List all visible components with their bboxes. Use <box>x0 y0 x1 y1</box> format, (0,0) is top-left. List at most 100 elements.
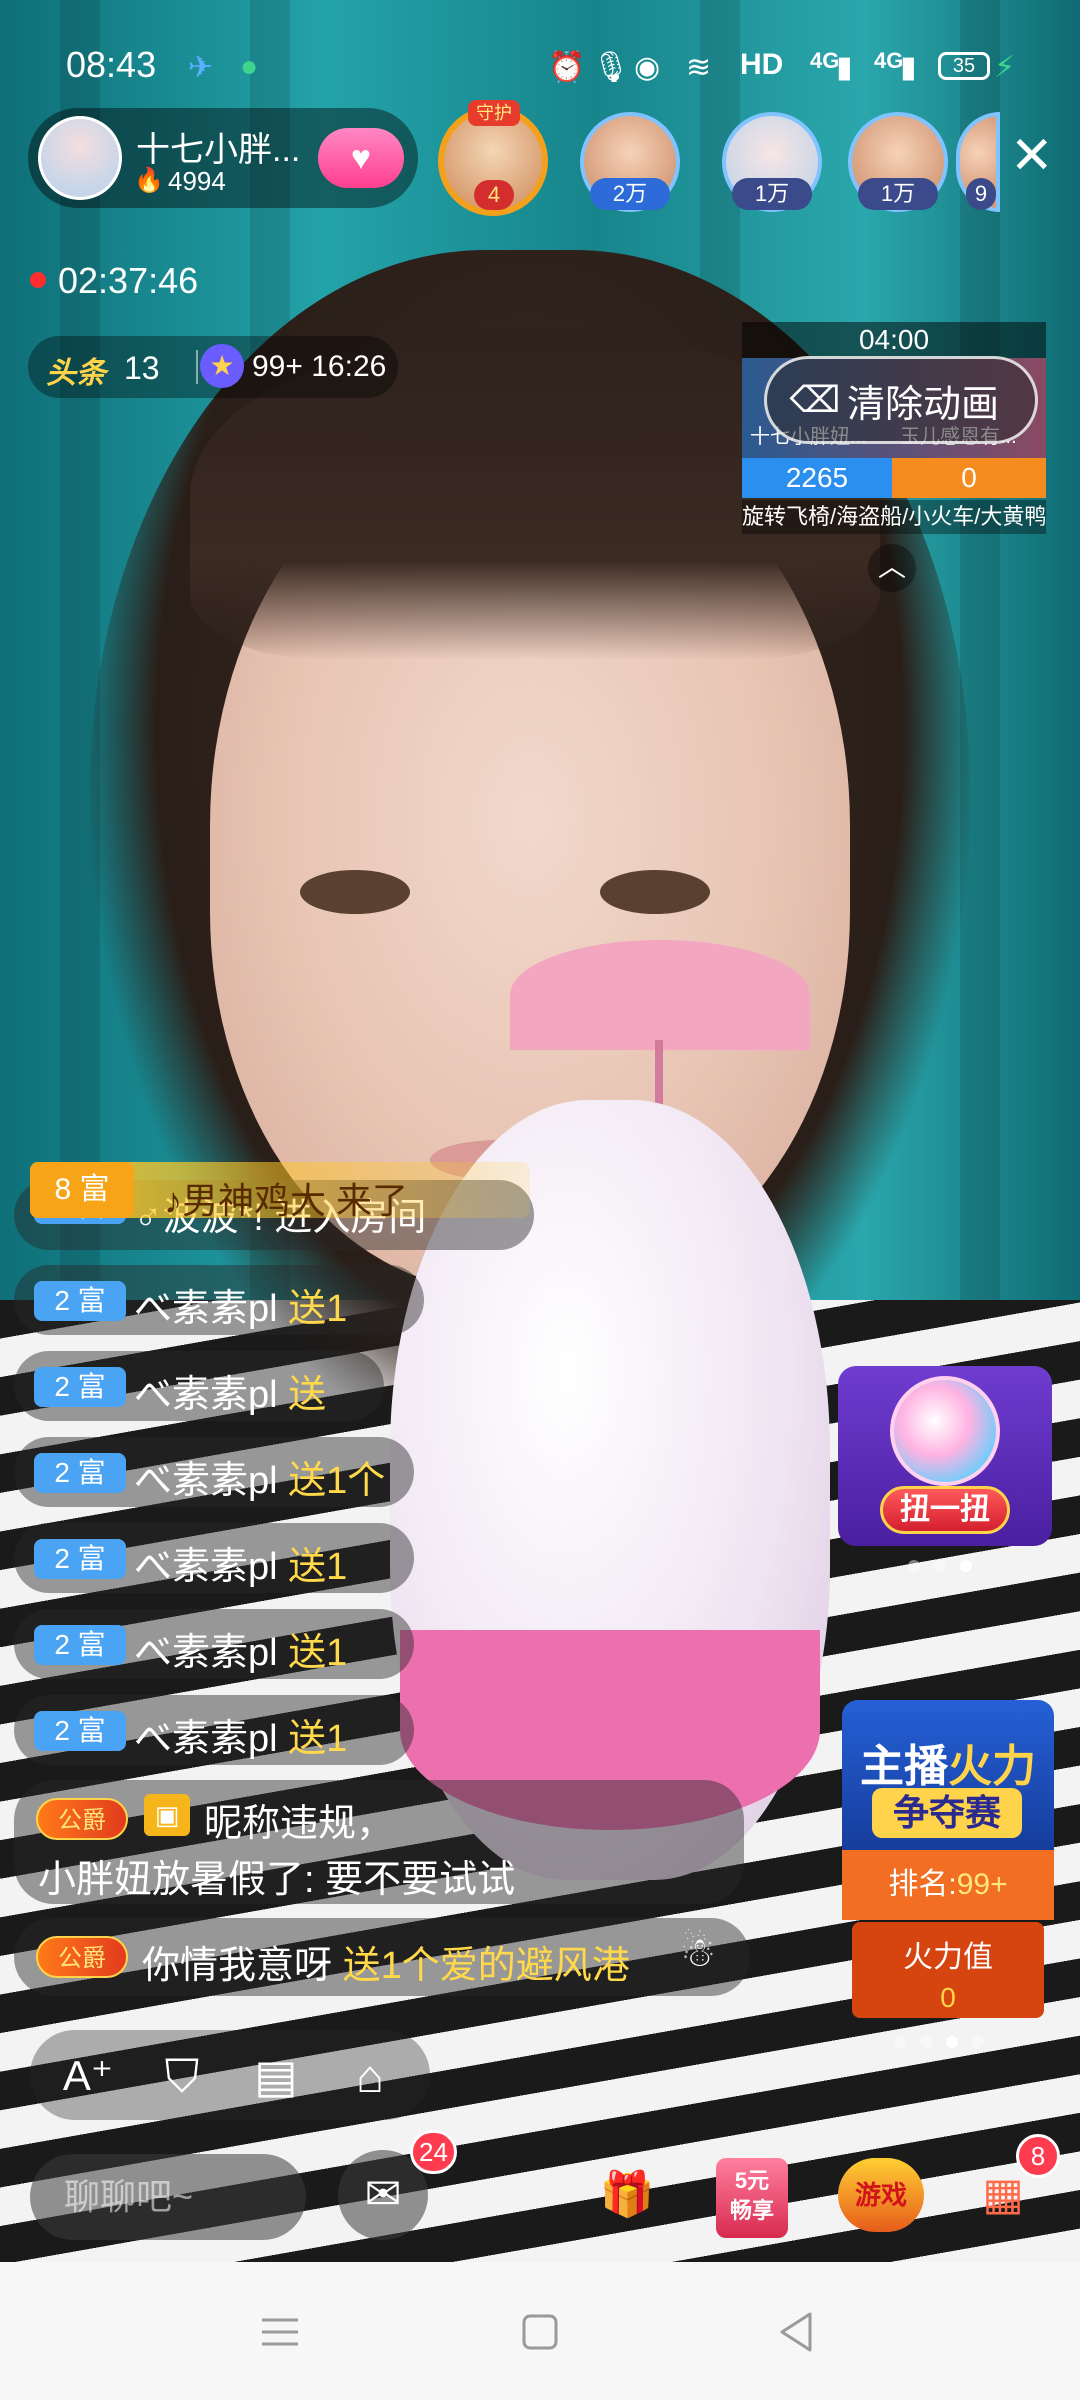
chevron-up-icon[interactable]: ︿ <box>868 544 916 592</box>
chat-message: 2 富 べ素素pl 送 <box>14 1351 384 1421</box>
gift-button[interactable]: 🎁 <box>582 2150 672 2240</box>
grid-apps-icon: ▦ <box>982 2170 1024 2219</box>
chat-content: 送1 <box>288 1718 348 1760</box>
live-duration: 02:37:46 <box>58 260 199 301</box>
status-bar: 08:43 ✈ ● ⏰ 🎙 ◉ ≋ HD 4G ▮ 4G ▮ 35 ⚡ <box>0 40 1080 96</box>
fire-icon: 🔥 <box>134 167 164 194</box>
hd-indicator: HD <box>740 48 784 81</box>
host-heat-count: 4994 <box>168 166 226 196</box>
fire-contest-title-a: 主播 <box>860 1742 948 1791</box>
status-time: 08:43 <box>66 44 157 85</box>
chat-user: べ素素pl <box>134 1460 278 1502</box>
fire-rank-label: 排名: <box>888 1868 957 1901</box>
live-indicator-dot <box>30 272 46 288</box>
close-icon[interactable]: ✕ <box>1010 130 1054 182</box>
heart-icon: ♥ <box>350 138 372 177</box>
divider <box>196 350 198 384</box>
pk-task-list: 旋转飞椅/海盗船/小火车/大黄鸭礼 <box>742 500 1046 534</box>
pk-right-score: 0 <box>892 458 1046 498</box>
menu-icon[interactable] <box>250 2302 310 2362</box>
gacha-ball-icon <box>890 1376 1000 1486</box>
chat-text: べ素素pl 送1 <box>134 1621 347 1676</box>
chat-text: 你情我意呀 送1个爱的避风港 <box>142 1934 630 1989</box>
niuyiniu-widget[interactable]: 扭一扭 <box>838 1366 1052 1546</box>
back-icon[interactable] <box>766 2302 826 2362</box>
host-name: 十七小胖... <box>136 131 301 169</box>
pager-dot-active <box>960 1560 972 1572</box>
follow-heart-button[interactable]: ♥ <box>318 128 404 188</box>
five-yuan-label: 5元 <box>734 2168 770 2193</box>
tag-row[interactable]: 头条 13 ★ 99+ 16:26 <box>28 336 398 398</box>
enter-notice-text: ♪男神鸡大 来了 <box>164 1180 409 1221</box>
chat-user: べ素素pl <box>134 1374 278 1416</box>
rank-badge: 2 富 <box>34 1539 126 1579</box>
clear-animation-button[interactable]: ⌫ 清除动画 <box>764 356 1038 444</box>
rank-badge: 2 富 <box>34 1367 126 1407</box>
fire-contest-title-text: 主播火力 <box>842 1730 1054 1794</box>
chat-text: 小胖妞放暑假了: 要不要试试 <box>38 1859 516 1901</box>
star-icon: ★ <box>200 344 244 388</box>
chat-message: 2 富 べ素素pl 送1个 <box>14 1437 414 1507</box>
host-info-panel[interactable]: 十七小胖... 🔥 4994 ♥ <box>28 108 418 208</box>
battery-icon: 35 <box>938 52 990 80</box>
font-plus-icon[interactable]: A⁺ <box>60 2048 116 2104</box>
viewer-contribution-badge: 9 <box>966 178 996 210</box>
niuyiniu-button[interactable]: 扭一扭 <box>880 1486 1010 1534</box>
chat-content: 送1个 <box>288 1460 386 1502</box>
widget-pager <box>894 2036 984 2048</box>
duke-badge: 公爵 <box>36 1798 128 1840</box>
chat-text: べ素素pl 送 <box>134 1363 326 1418</box>
enter-notice-banner: 8 富 ♪男神鸡大 来了 <box>30 1162 530 1221</box>
pk-score-bar: 2265 0 <box>742 458 1046 498</box>
guard-tag: 守护 <box>468 100 520 126</box>
task-list-icon[interactable]: ▤ <box>248 2048 304 2104</box>
star-count: 99+ <box>252 350 303 383</box>
chat-input[interactable]: 聊聊吧~ <box>30 2154 306 2240</box>
chat-text: べ素素pl 送1 <box>134 1535 347 1590</box>
game-button[interactable]: 游戏 <box>838 2158 924 2232</box>
gift-box-icon: 🎁 <box>599 2170 655 2219</box>
chat-content: 送 <box>288 1374 327 1416</box>
pager-dot <box>972 2036 984 2048</box>
home-icon[interactable] <box>510 2302 570 2362</box>
fire-value-label: 火力值 <box>903 1941 993 1974</box>
broom-icon: ⌫ <box>789 379 841 420</box>
toutiao-label: 头条 <box>46 357 106 390</box>
tag-icon[interactable]: ⌂ <box>342 2048 398 2104</box>
chat-user: べ素素pl <box>134 1288 278 1330</box>
fire-contest-title: 主播火力 争夺赛 <box>842 1700 1054 1850</box>
chat-user: べ素素pl <box>134 1718 278 1760</box>
fire-rank: 排名:99+ <box>842 1850 1054 1920</box>
chat-message: 2 富 べ素素pl 送1 <box>14 1695 414 1765</box>
rank-badge: 2 富 <box>34 1453 126 1493</box>
signal-bars-icon: ▮ <box>836 51 853 84</box>
signal-4g-label: 4G <box>810 48 840 73</box>
pager-dot <box>934 1560 946 1572</box>
chat-message-violation: 公爵 ▣ 昵称违规， 小胖妞放暑假了: 要不要试试 <box>14 1780 744 1904</box>
signal-4g-label: 4G <box>874 48 904 73</box>
fire-value-box: 火力值 0 <box>852 1922 1044 2018</box>
host-avatar[interactable] <box>38 116 122 200</box>
guard-shield-icon[interactable]: ⛉ <box>154 2048 210 2104</box>
pager-dot <box>908 1560 920 1572</box>
star-info: 99+ 16:26 <box>252 350 386 384</box>
chat-message: 2 富 べ素素pl 送1 <box>14 1523 414 1593</box>
alarm-icon: ⏰ <box>548 51 586 84</box>
paper-plane-icon: ✈ <box>188 51 214 84</box>
charging-icon: ⚡ <box>994 51 1016 84</box>
more-apps-badge: 8 <box>1016 2134 1060 2178</box>
fire-rank-value: 99+ <box>956 1868 1008 1901</box>
five-yuan-promo-button[interactable]: 5元 畅享 <box>716 2158 788 2238</box>
chat-content: 送1 <box>288 1546 348 1588</box>
duke-badge: 公爵 <box>36 1936 128 1978</box>
system-nav-bar <box>0 2262 1080 2400</box>
viewer-contribution-badge: 1万 <box>732 178 812 210</box>
fire-contest-card[interactable]: 主播火力 争夺赛 排名:99+ 火力值 0 <box>842 1700 1054 2024</box>
rank-badge: 2 富 <box>34 1625 126 1665</box>
rank-badge: 2 富 <box>34 1281 126 1321</box>
rank-badge: 2 富 <box>34 1711 126 1751</box>
chat-user: べ素素pl <box>134 1632 278 1674</box>
signal-bars-icon: ▮ <box>900 51 917 84</box>
violation-notice: 昵称违规， <box>204 1803 395 1845</box>
chat-message: 2 富 べ素素pl 送1 <box>14 1609 414 1679</box>
